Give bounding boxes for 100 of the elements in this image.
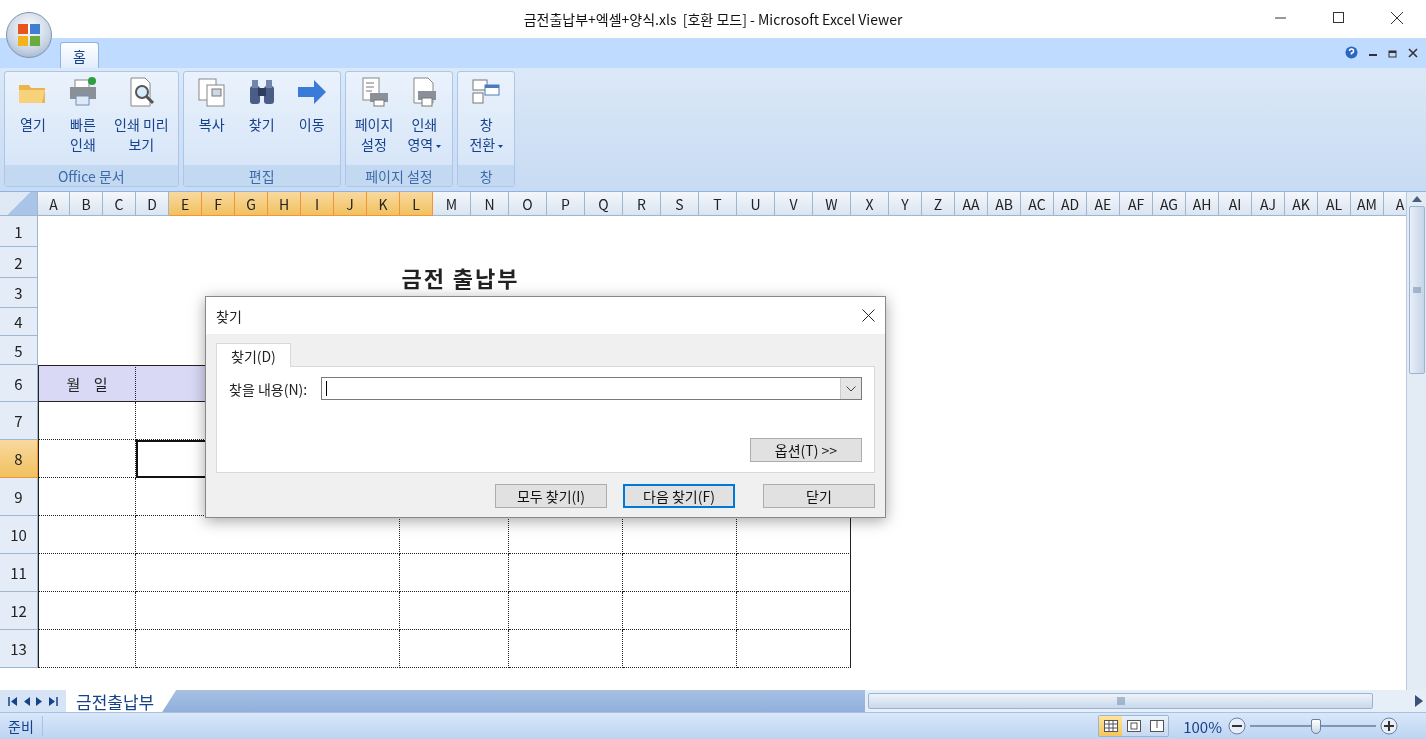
scrollbar-thumb[interactable] bbox=[868, 693, 1373, 709]
dialog-tab[interactable]: 찾기(D) bbox=[216, 343, 291, 367]
column-header[interactable]: A bbox=[1384, 192, 1406, 216]
slider-thumb[interactable] bbox=[1310, 718, 1321, 734]
ribbon-button[interactable]: 인쇄 영역 bbox=[400, 76, 449, 165]
column-header[interactable]: D bbox=[136, 192, 169, 216]
sheet-tab[interactable]: 금전출납부 bbox=[66, 690, 177, 712]
column-header[interactable]: Z bbox=[922, 192, 955, 216]
restore-icon[interactable] bbox=[1388, 47, 1398, 58]
column-header[interactable]: L bbox=[400, 192, 433, 216]
ribbon-tab[interactable]: 홈 bbox=[60, 42, 99, 68]
column-header[interactable]: U bbox=[737, 192, 775, 216]
column-header[interactable]: X bbox=[851, 192, 889, 216]
row-header[interactable]: 12 bbox=[0, 592, 38, 630]
group-label: Office 문서 bbox=[5, 165, 178, 186]
column-header[interactable]: AL bbox=[1318, 192, 1351, 216]
ribbon-button[interactable]: 빠른 인쇄 bbox=[59, 76, 107, 165]
column-header[interactable]: S bbox=[661, 192, 699, 216]
find-field[interactable] bbox=[321, 377, 862, 400]
window-title: 금전출납부+엑셀+양식.xls [호환 모드] - Microsoft Excel Viewer bbox=[523, 9, 903, 29]
ribbon-button[interactable]: 인쇄 미리 보기 bbox=[109, 76, 174, 165]
column-header[interactable]: K bbox=[367, 192, 400, 216]
column-header[interactable]: J bbox=[334, 192, 367, 216]
column-header[interactable]: AH bbox=[1186, 192, 1219, 216]
zoom-out-icon[interactable] bbox=[1228, 717, 1246, 735]
group-label: 편집 bbox=[183, 165, 340, 186]
office-button[interactable] bbox=[6, 12, 52, 58]
row-header[interactable]: 11 bbox=[0, 554, 38, 592]
table-header-cell: 월 일 bbox=[38, 365, 136, 402]
ribbon-button[interactable]: 찾기 bbox=[237, 76, 286, 165]
column-header[interactable]: O bbox=[509, 192, 547, 216]
ribbon-button[interactable]: 페이지 설정 bbox=[349, 76, 399, 165]
column-header[interactable]: Y bbox=[889, 192, 922, 216]
dialog-button[interactable]: 닫기 bbox=[763, 484, 875, 508]
last-sheet-icon[interactable] bbox=[49, 696, 58, 706]
scroll-right-icon[interactable] bbox=[1415, 695, 1423, 707]
column-header[interactable]: R bbox=[623, 192, 661, 216]
status-text: 준비 bbox=[0, 716, 43, 736]
options-button[interactable]: 옵션(T) >> bbox=[750, 438, 862, 462]
row-header[interactable]: 5 bbox=[0, 336, 38, 365]
row-header[interactable]: 1 bbox=[0, 216, 38, 247]
column-header[interactable]: W bbox=[813, 192, 851, 216]
column-header[interactable]: C bbox=[103, 192, 136, 216]
column-header[interactable]: M bbox=[433, 192, 471, 216]
copy-pages-icon bbox=[195, 76, 228, 108]
dialog-title: 찾기 bbox=[216, 305, 242, 326]
column-header[interactable]: AK bbox=[1285, 192, 1318, 216]
column-header[interactable]: AE bbox=[1087, 192, 1120, 216]
next-sheet-icon[interactable] bbox=[36, 696, 43, 706]
row-header[interactable]: 7 bbox=[0, 402, 38, 440]
row-header[interactable]: 8 bbox=[0, 440, 38, 478]
column-header[interactable]: F bbox=[202, 192, 235, 216]
column-header[interactable]: AJ bbox=[1252, 192, 1285, 216]
column-header[interactable]: Q bbox=[585, 192, 623, 216]
first-sheet-icon[interactable] bbox=[8, 696, 17, 706]
view-button[interactable] bbox=[1145, 716, 1169, 736]
ribbon-button[interactable]: 열기 bbox=[9, 76, 57, 165]
previous-sheet-icon[interactable] bbox=[23, 696, 30, 706]
find-label: 찾을 내용(N): bbox=[229, 378, 308, 399]
column-header[interactable]: H bbox=[268, 192, 301, 216]
scroll-up-icon[interactable] bbox=[1409, 194, 1424, 204]
ribbon-button[interactable]: 이동 bbox=[287, 76, 336, 165]
dialog-button[interactable]: 모두 찾기(I) bbox=[495, 484, 607, 508]
column-header[interactable]: AA bbox=[955, 192, 988, 216]
view-button[interactable] bbox=[1122, 716, 1146, 736]
column-header[interactable]: AI bbox=[1219, 192, 1252, 216]
column-header[interactable]: A bbox=[38, 192, 70, 216]
column-header[interactable]: AD bbox=[1054, 192, 1087, 216]
printer-icon bbox=[67, 76, 99, 108]
ribbon-button[interactable]: 복사 bbox=[187, 76, 236, 165]
ribbon-button[interactable]: 창 전환 bbox=[462, 76, 511, 165]
row-header[interactable]: 2 bbox=[0, 247, 38, 278]
scrollbar-thumb[interactable] bbox=[1408, 206, 1425, 374]
column-header[interactable]: V bbox=[775, 192, 813, 216]
close-icon[interactable] bbox=[862, 309, 875, 322]
row-header[interactable]: 9 bbox=[0, 478, 38, 516]
row-header[interactable]: 6 bbox=[0, 365, 38, 402]
dialog-button[interactable]: 다음 찾기(F) bbox=[623, 484, 735, 508]
group-label: 창 bbox=[458, 165, 515, 186]
column-header[interactable]: AF bbox=[1120, 192, 1153, 216]
row-header[interactable]: 4 bbox=[0, 308, 38, 336]
chevron-down-icon[interactable] bbox=[846, 385, 856, 392]
column-header[interactable]: N bbox=[471, 192, 509, 216]
column-header[interactable]: AC bbox=[1021, 192, 1054, 216]
column-header[interactable]: T bbox=[699, 192, 737, 216]
view-button[interactable] bbox=[1099, 716, 1123, 736]
row-header[interactable]: 3 bbox=[0, 278, 38, 308]
close-icon[interactable] bbox=[1408, 47, 1418, 58]
row-header[interactable]: 10 bbox=[0, 516, 38, 554]
column-header[interactable]: AB bbox=[988, 192, 1021, 216]
column-header[interactable]: I bbox=[301, 192, 334, 216]
column-header[interactable]: P bbox=[547, 192, 585, 216]
column-header[interactable]: G bbox=[235, 192, 268, 216]
column-header[interactable]: AG bbox=[1153, 192, 1186, 216]
column-header[interactable]: E bbox=[169, 192, 202, 216]
column-header[interactable]: B bbox=[70, 192, 103, 216]
help-icon[interactable] bbox=[1345, 46, 1358, 59]
row-header[interactable]: 13 bbox=[0, 630, 38, 668]
column-header[interactable]: AM bbox=[1351, 192, 1384, 216]
zoom-in-icon[interactable] bbox=[1380, 717, 1398, 735]
